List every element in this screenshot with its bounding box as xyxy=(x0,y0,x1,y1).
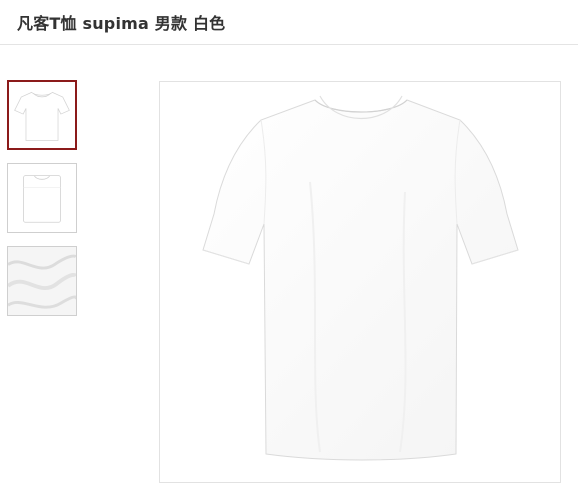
tshirt-front-icon xyxy=(202,95,519,461)
tshirt-front-icon xyxy=(14,91,70,141)
main-product-image xyxy=(159,81,561,483)
thumbnail-fabric-detail[interactable] xyxy=(7,246,77,316)
thumbnail-front-view[interactable] xyxy=(7,80,77,150)
thumbnail-folded-view[interactable] xyxy=(7,163,77,233)
tshirt-folded-icon xyxy=(23,175,61,223)
product-title: 凡客T恤 supima 男款 白色 xyxy=(17,14,226,33)
fabric-texture-icon xyxy=(8,247,76,315)
product-header: 凡客T恤 supima 男款 白色 xyxy=(0,0,578,45)
